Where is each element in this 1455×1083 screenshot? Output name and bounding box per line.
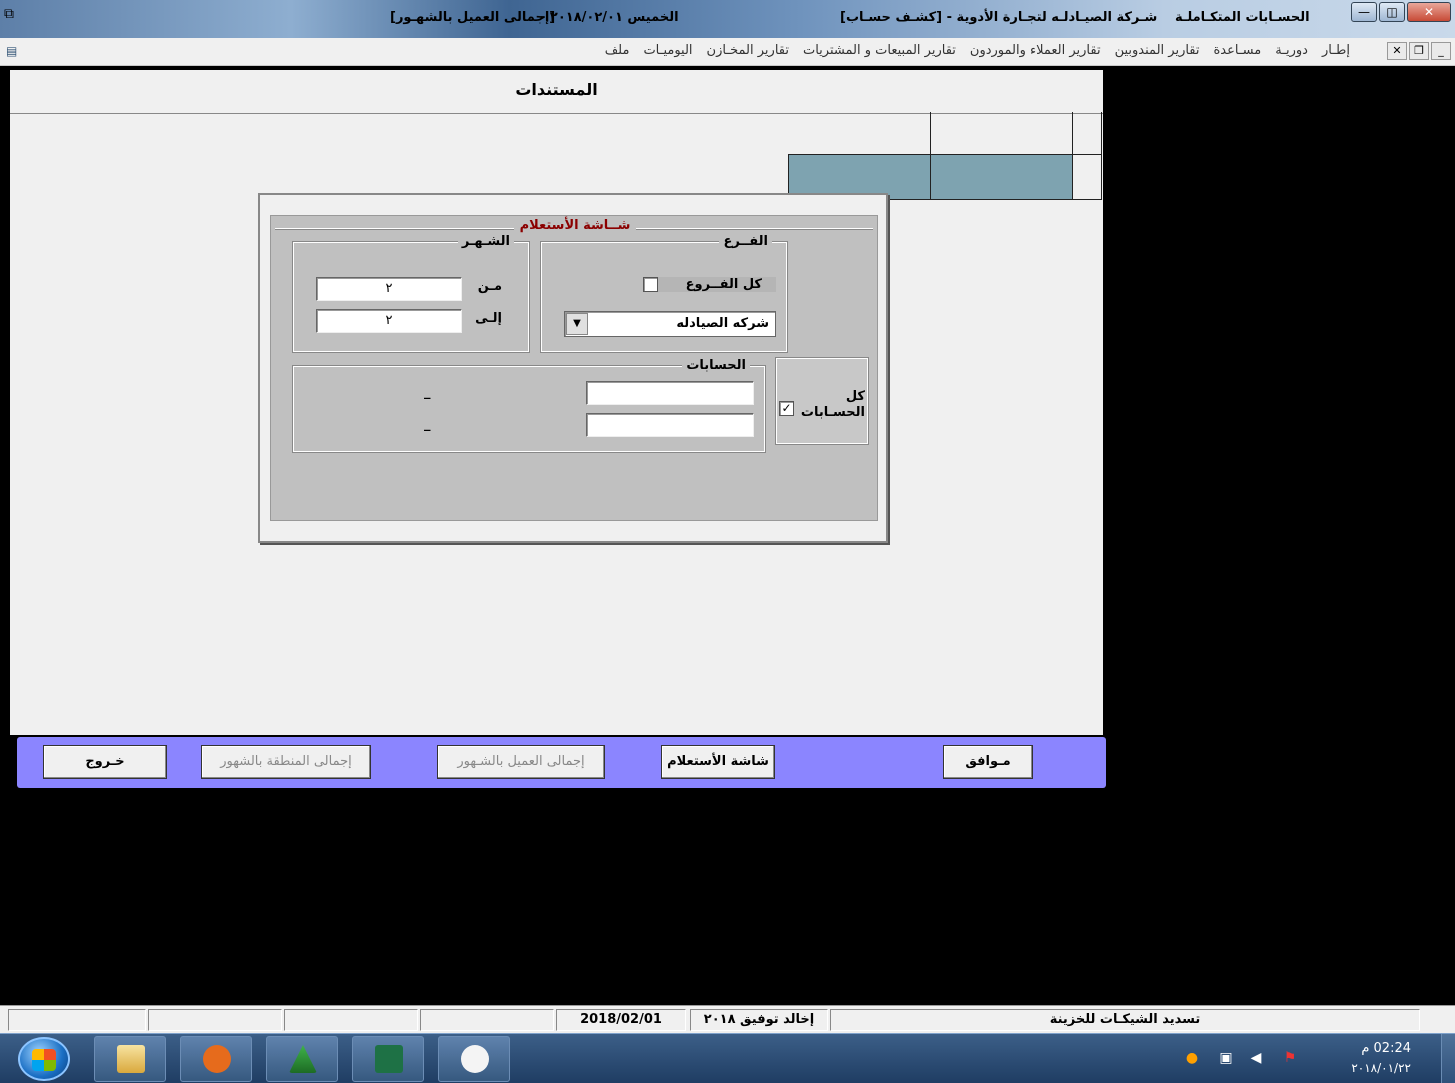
clock-time[interactable]: 02:24 م <box>1361 1041 1411 1056</box>
grid-row-cell[interactable] <box>930 154 1073 200</box>
tree-icon <box>289 1045 317 1073</box>
dialog-title: شــاشة الأستعلام <box>271 218 879 233</box>
account-to-field[interactable] <box>586 413 754 437</box>
month-group-label: الشـهـر <box>457 234 514 249</box>
volume-icon[interactable]: ◀ <box>1247 1049 1265 1067</box>
mdi-close-button[interactable]: ✕ <box>1387 42 1407 60</box>
status-panel <box>420 1009 554 1031</box>
status-panel <box>8 1009 146 1031</box>
month-to-field[interactable]: ٢ <box>316 309 462 333</box>
title-bar: ⧉ [إجمالى العميل بالشهـور] الخميس ٢٠١٨/٠… <box>0 0 1455 38</box>
account-range-dash-2: _ <box>424 417 431 432</box>
menu-help[interactable]: مسـاعدة <box>1214 43 1262 58</box>
status-bar: 2018/02/01 إخالد توفيق ٢٠١٨ تسديد الشيكـ… <box>0 1005 1455 1033</box>
status-panel <box>148 1009 282 1031</box>
window-title-date: الخميس ٢٠١٨/٠٢/٠١ - <box>540 10 679 25</box>
grid-header-cell[interactable] <box>788 112 931 155</box>
branch-group: الفــرع كل الفــروع شركه الصيادله ▼ <box>540 234 788 353</box>
window-title-form: [إجمالى العميل بالشهـور] <box>390 10 556 25</box>
grid-row-selector[interactable] <box>1072 154 1102 200</box>
branch-select[interactable]: شركه الصيادله ▼ <box>564 311 776 337</box>
minimize-button[interactable]: — <box>1351 2 1377 22</box>
status-message: تسديد الشيكـات للخزينة <box>830 1009 1420 1031</box>
close-button[interactable]: ✕ <box>1407 2 1451 22</box>
query-screen-button[interactable]: شاشة الأستعلام <box>661 745 775 779</box>
account-range-dash-1: _ <box>424 385 431 400</box>
action-button-bar: مـوافق شاشة الأستعلام إجمالى العميل بالش… <box>17 737 1106 788</box>
accounts-group: الحسابات _ _ <box>292 358 766 453</box>
to-label: إلـى <box>475 311 502 326</box>
menu-clients-suppliers-reports[interactable]: تقارير العملاء والموردون <box>970 43 1101 58</box>
menu-items: ملف اليوميـات تقارير المخـازن تقارير الم… <box>605 43 1350 58</box>
account-from-field[interactable] <box>586 381 754 405</box>
all-accounts-label-line1: كل <box>845 389 865 404</box>
form-header: المستندات <box>10 70 1103 114</box>
media-player-icon <box>203 1045 231 1073</box>
query-dialog-panel: شــاشة الأستعلام الفــرع كل الفــروع شرك… <box>270 215 878 521</box>
network-icon[interactable]: ▣ <box>1217 1049 1235 1067</box>
menu-file[interactable]: ملف <box>605 43 630 58</box>
status-date: 2018/02/01 <box>556 1009 686 1031</box>
menu-inventory-reports[interactable]: تقارير المخـازن <box>707 43 789 58</box>
client-by-month-button[interactable]: إجمالى العميل بالشـهور <box>437 745 605 779</box>
month-group: الشـهـر مـن ٢ إلـى ٢ <box>292 234 530 353</box>
branch-select-value: شركه الصيادله <box>676 316 769 331</box>
taskbar-snipping-tool[interactable] <box>438 1036 510 1082</box>
exit-button[interactable]: خـروج <box>43 745 167 779</box>
window-controls: — ◫ ✕ <box>1351 2 1451 22</box>
data-grid[interactable] <box>788 112 1102 202</box>
mdi-controls: ✕ ❐ _ <box>1387 42 1451 60</box>
mdi-minimize-button[interactable]: _ <box>1431 42 1451 60</box>
document-icon[interactable]: ▤ <box>6 44 17 58</box>
form-title: المستندات <box>515 80 598 99</box>
from-label: مـن <box>477 279 502 294</box>
accounts-group-label: الحسابات <box>682 358 750 373</box>
menu-sales-purchases-reports[interactable]: تقارير المبيعات و المشتريات <box>803 43 956 58</box>
scissors-icon <box>461 1045 489 1073</box>
grid-header-cell[interactable] <box>1072 112 1102 155</box>
show-desktop-button[interactable] <box>1441 1034 1455 1083</box>
excel-icon <box>375 1045 403 1073</box>
all-branches-label: كل الفــروع <box>655 277 776 292</box>
menu-frame[interactable]: إطـار <box>1322 43 1350 58</box>
status-license: إخالد توفيق ٢٠١٨ <box>690 1009 828 1031</box>
start-button[interactable] <box>18 1037 70 1081</box>
taskbar-accounting-app[interactable] <box>266 1036 338 1082</box>
dialog-title-text: شــاشة الأستعلام <box>513 218 637 233</box>
taskbar-media-player[interactable] <box>180 1036 252 1082</box>
app-icon[interactable]: ⧉ <box>4 6 22 24</box>
region-by-month-button[interactable]: إجمالى المنطقة بالشهور <box>201 745 371 779</box>
month-from-field[interactable]: ٢ <box>316 277 462 301</box>
update-icon[interactable]: ● <box>1183 1049 1201 1067</box>
grid-header-cell[interactable] <box>930 112 1073 155</box>
all-accounts-checkbox[interactable]: ✓ <box>779 401 794 416</box>
all-branches-checkbox[interactable] <box>643 277 658 292</box>
query-dialog: شــاشة الأستعلام الفــرع كل الفــروع شرك… <box>258 193 888 543</box>
chevron-down-icon[interactable]: ▼ <box>566 313 588 335</box>
all-accounts-box: ✓ كل الحسـابات <box>775 357 869 445</box>
windows-logo-icon <box>32 1049 56 1071</box>
folder-icon <box>117 1045 145 1073</box>
taskbar-excel[interactable] <box>352 1036 424 1082</box>
window-title-app: الحسـابات المتكـاملـة <box>1175 10 1310 25</box>
mdi-restore-button[interactable]: ❐ <box>1409 42 1429 60</box>
clock-date[interactable]: ٢٠١٨/٠١/٢٢ <box>1351 1061 1411 1075</box>
taskbar: ● ▣ ◀ ⚑ 02:24 م ٢٠١٨/٠١/٢٢ <box>0 1033 1455 1083</box>
action-center-flag-icon[interactable]: ⚑ <box>1281 1049 1299 1067</box>
all-accounts-label-line2: الحسـابات <box>800 405 865 420</box>
ok-button[interactable]: مـوافق <box>943 745 1033 779</box>
maximize-button[interactable]: ◫ <box>1379 2 1405 22</box>
menu-bar: ▤ ملف اليوميـات تقارير المخـازن تقارير ا… <box>0 38 1455 66</box>
system-tray: ● ▣ ◀ ⚑ 02:24 م ٢٠١٨/٠١/٢٢ <box>1155 1034 1455 1083</box>
taskbar-explorer[interactable] <box>94 1036 166 1082</box>
branch-group-label: الفــرع <box>719 234 772 249</box>
menu-agents-reports[interactable]: تقارير المندوبين <box>1115 43 1200 58</box>
menu-periodic[interactable]: دوريـة <box>1275 43 1308 58</box>
menu-journals[interactable]: اليوميـات <box>643 43 692 58</box>
status-panel <box>284 1009 418 1031</box>
window-title-company: شـركة الصيـادلـه لتجـارة الأدوية - [كشـف… <box>840 10 1158 25</box>
